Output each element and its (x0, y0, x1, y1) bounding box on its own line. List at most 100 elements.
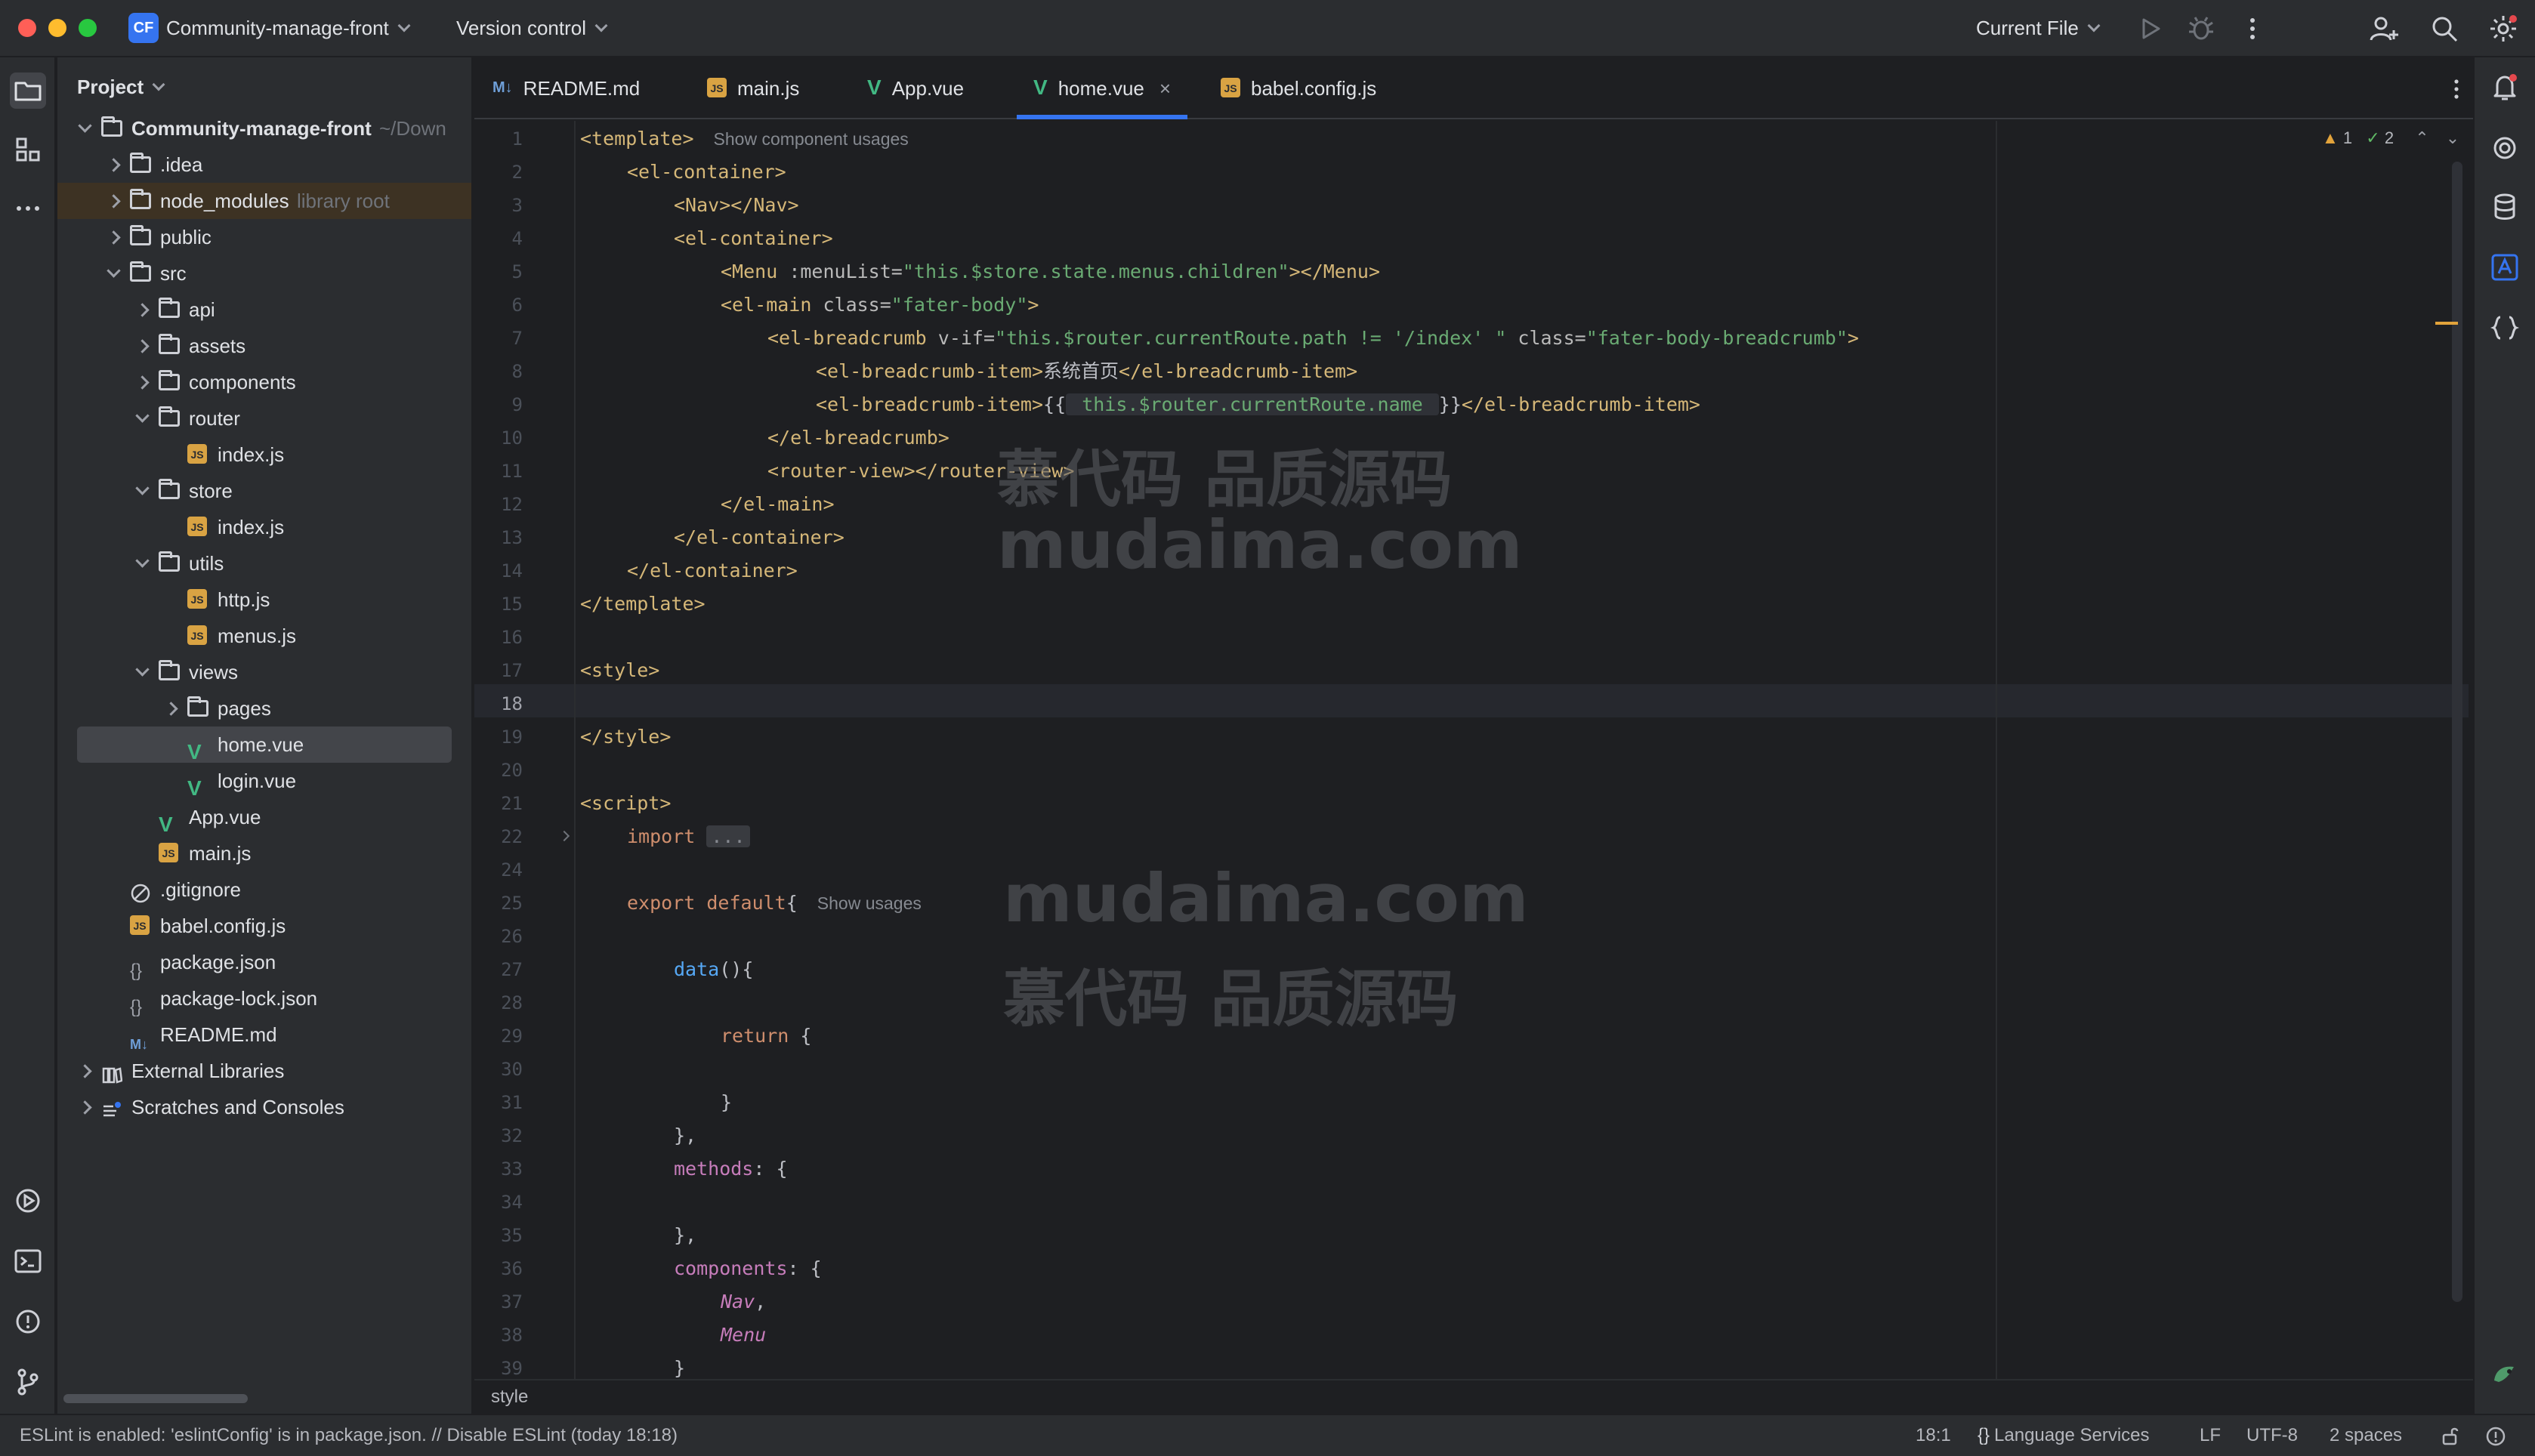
problems-tool-button[interactable] (10, 1303, 46, 1340)
assistant-avatar-icon[interactable] (2488, 1356, 2521, 1390)
file-encoding[interactable]: UTF-8 (2246, 1415, 2298, 1456)
chevron-down-icon[interactable] (134, 654, 153, 690)
vcs-menu[interactable]: Version control (456, 15, 608, 41)
tree-item[interactable]: node_modules library root (57, 183, 471, 219)
database-icon[interactable] (2488, 190, 2521, 224)
json-braces-icon[interactable] (2488, 311, 2521, 344)
show-usages-hint[interactable]: Show usages (817, 893, 922, 913)
project-panel-title[interactable]: Project (77, 76, 165, 99)
project-tool-button[interactable] (10, 72, 46, 109)
indent-setting[interactable]: 2 spaces (2330, 1415, 2402, 1456)
tree-item[interactable]: store (57, 473, 471, 509)
notification-status-icon[interactable] (2485, 1426, 2506, 1447)
tree-item[interactable]: JS index.js (57, 436, 471, 473)
chevron-right-icon[interactable] (77, 1089, 95, 1125)
project-switcher[interactable]: Community-manage-front (166, 15, 411, 41)
chevron-right-icon[interactable] (106, 219, 124, 255)
chevron-right-icon[interactable] (106, 183, 124, 219)
tree-item[interactable]: JS babel.config.js (57, 908, 471, 944)
fold-expand-icon[interactable] (559, 820, 573, 853)
caret-position[interactable]: 18:1 (1916, 1415, 1951, 1456)
tree-item[interactable]: public (57, 219, 471, 255)
tree-item[interactable]: Vhome.vue (77, 726, 452, 763)
folded-imports[interactable]: ... (706, 825, 750, 847)
tree-item[interactable]: assets (57, 328, 471, 364)
chevron-down-icon[interactable] (134, 400, 153, 436)
line-separator[interactable]: LF (2200, 1415, 2221, 1456)
chevron-right-icon[interactable] (163, 690, 181, 726)
tab-home-vue[interactable]: Vhome.vue × (1017, 57, 1188, 119)
warning-stripe-marker[interactable] (2435, 322, 2458, 325)
ai-assistant-icon[interactable] (2488, 131, 2521, 165)
tree-item[interactable]: JS menus.js (57, 618, 471, 654)
more-tools-button[interactable] (10, 190, 46, 227)
tree-item[interactable]: M↓ README.md (57, 1016, 471, 1053)
more-vertical-icon[interactable] (2237, 14, 2268, 44)
run-config-selector[interactable]: Current File (1976, 15, 2101, 41)
tree-item[interactable]: Scratches and Consoles (57, 1089, 471, 1125)
chevron-up-icon[interactable]: ⌃ (2415, 128, 2428, 147)
tree-item[interactable]: pages (57, 690, 471, 726)
git-tool-button[interactable] (10, 1364, 46, 1400)
tree-item[interactable]: utils (57, 545, 471, 581)
tree-item[interactable]: Vlogin.vue (57, 763, 471, 799)
chevron-right-icon[interactable] (77, 1053, 95, 1089)
terminal-tool-button[interactable] (10, 1243, 46, 1279)
inspections-widget[interactable]: ▲ 1 ✓ 2 ⌃ ⌄ (2322, 128, 2459, 148)
tree-item[interactable]: JS http.js (57, 581, 471, 618)
tree-item[interactable]: Community-manage-front ~/Down (57, 110, 471, 147)
tab-babel-config-js[interactable]: JS babel.config.js (1221, 57, 1376, 119)
settings-gear-icon[interactable] (2488, 14, 2518, 44)
chevron-right-icon[interactable] (134, 328, 153, 364)
chevron-down-icon[interactable]: ⌄ (2446, 128, 2459, 147)
tree-item[interactable]: components (57, 364, 471, 400)
run-icon[interactable] (2135, 14, 2165, 44)
tab-readme-md[interactable]: M↓ README.md (492, 57, 640, 119)
window-minimize-button[interactable] (48, 19, 66, 37)
line-number: 16 (501, 627, 523, 648)
tree-item[interactable]: .idea (57, 147, 471, 183)
chevron-down-icon[interactable] (134, 473, 153, 509)
window-zoom-button[interactable] (79, 19, 97, 37)
language-services-widget[interactable]: {} Language Services (1978, 1415, 2150, 1456)
chevron-down-icon[interactable] (106, 255, 124, 292)
window-close-button[interactable] (18, 19, 36, 37)
notifications-bell-icon[interactable] (2488, 71, 2521, 104)
tab-app-vue[interactable]: V App.vue (867, 57, 964, 119)
status-message[interactable]: ESLint is enabled: 'eslintConfig' is in … (20, 1415, 678, 1456)
code-editor[interactable]: 1 2 3 4 5 6 7 8 9 10 11 12 13 14 15 16 17 18 19 20 21 22 24 25 2… (474, 121, 2473, 1379)
chevron-right-icon[interactable] (106, 147, 124, 183)
unlock-icon[interactable] (2440, 1426, 2461, 1447)
chevron-down-icon[interactable] (134, 545, 153, 581)
chevron-right-icon[interactable] (134, 292, 153, 328)
line-number: 25 (501, 893, 523, 914)
ai-translate-icon[interactable] (2488, 251, 2521, 284)
tree-item[interactable]: .gitignore (57, 871, 471, 908)
breadcrumb-item[interactable]: style (491, 1387, 528, 1407)
tree-item[interactable]: src (57, 255, 471, 292)
show-component-usages-hint[interactable]: Show component usages (714, 129, 909, 149)
tree-item[interactable]: JS main.js (57, 835, 471, 871)
tree-item[interactable]: {} package.json (57, 944, 471, 981)
tree-item[interactable]: JS index.js (57, 509, 471, 545)
tab-actions-more-icon[interactable] (2441, 74, 2472, 104)
project-badge[interactable]: CF (128, 13, 159, 43)
tree-item[interactable]: views (57, 654, 471, 690)
editor-breadcrumb[interactable]: style (474, 1379, 2473, 1414)
search-icon[interactable] (2429, 14, 2459, 44)
tree-item[interactable]: router (57, 400, 471, 436)
chevron-right-icon[interactable] (134, 364, 153, 400)
editor-vertical-scrollbar[interactable] (2452, 162, 2462, 1302)
close-icon[interactable]: × (1159, 77, 1171, 100)
tree-item[interactable]: {} package-lock.json (57, 980, 471, 1017)
services-tool-button[interactable] (10, 1183, 46, 1219)
tree-item[interactable]: V App.vue (57, 799, 471, 835)
debug-icon[interactable] (2186, 14, 2216, 44)
tree-item[interactable]: api (57, 292, 471, 328)
tab-main-js[interactable]: JS main.js (707, 57, 799, 119)
add-user-icon[interactable] (2369, 14, 2399, 44)
tree-item[interactable]: External Libraries (57, 1053, 471, 1089)
structure-tool-button[interactable] (10, 131, 46, 168)
chevron-down-icon[interactable] (77, 110, 95, 147)
project-panel-scrollbar[interactable] (63, 1394, 248, 1403)
